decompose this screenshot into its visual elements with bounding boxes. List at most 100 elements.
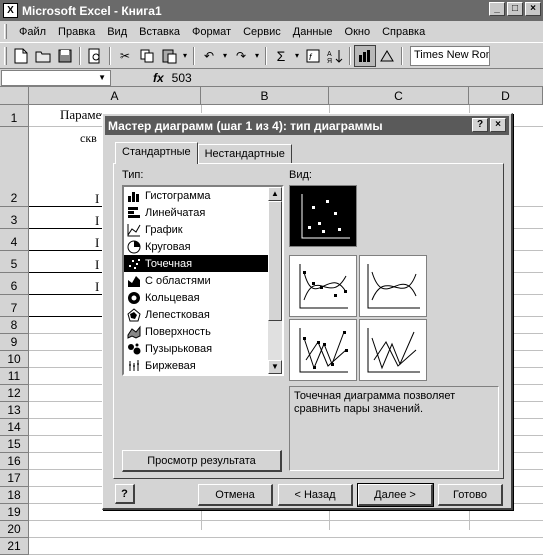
copy-icon[interactable]	[136, 45, 158, 67]
column-header-b[interactable]: B	[201, 87, 329, 105]
tab-standard[interactable]: Стандартные	[115, 142, 198, 164]
cell-a7[interactable]: I	[95, 279, 99, 295]
row-header[interactable]: 4	[0, 229, 29, 251]
chart-type-item[interactable]: Биржевая	[124, 357, 282, 374]
subtype-scatter-smooth[interactable]	[359, 255, 427, 317]
row-header[interactable]: 8	[0, 317, 29, 334]
menu-view[interactable]: Вид	[101, 26, 133, 38]
column-header-d[interactable]: D	[469, 87, 543, 105]
row-header[interactable]: 13	[0, 402, 29, 419]
scroll-up-button[interactable]: ▲	[268, 187, 282, 201]
save-icon[interactable]	[54, 45, 76, 67]
function-wizard-icon[interactable]: f	[302, 45, 324, 67]
chart-type-item[interactable]: Пузырьковая	[124, 340, 282, 357]
chart-type-item[interactable]: Кольцевая	[124, 289, 282, 306]
row-header[interactable]: 2	[0, 127, 29, 207]
row-header[interactable]: 11	[0, 368, 29, 385]
menu-insert[interactable]: Вставка	[133, 26, 186, 38]
row-header[interactable]: 6	[0, 273, 29, 295]
scroll-down-button[interactable]: ▼	[268, 360, 282, 374]
row-header[interactable]: 21	[0, 538, 29, 555]
row-header[interactable]: 18	[0, 487, 29, 504]
finish-button[interactable]: Готово	[438, 484, 503, 506]
redo-icon[interactable]: ↷	[230, 45, 252, 67]
subtype-scatter-lines[interactable]	[359, 319, 427, 381]
menu-window[interactable]: Окно	[339, 26, 377, 38]
office-assistant-help-button[interactable]: ?	[115, 484, 135, 504]
cell-a4[interactable]: I	[95, 213, 99, 229]
menu-format[interactable]: Формат	[186, 26, 237, 38]
type-list-scrollbar[interactable]: ▲ ▼	[268, 187, 282, 374]
chart-type-item[interactable]: Линейчатая	[124, 204, 282, 221]
font-name-field[interactable]: Times New Rom	[410, 45, 490, 66]
row-header[interactable]: 3	[0, 207, 29, 229]
undo-icon[interactable]: ↶	[198, 45, 220, 67]
tab-custom[interactable]: Нестандартные	[197, 144, 292, 164]
dialog-close-button[interactable]: ×	[490, 118, 506, 132]
row-header[interactable]: 9	[0, 334, 29, 351]
menubar-grip[interactable]	[4, 24, 7, 39]
print-preview-icon[interactable]	[84, 45, 106, 67]
chart-type-item[interactable]: Круговая	[124, 238, 282, 255]
menu-help[interactable]: Справка	[376, 26, 431, 38]
row-header[interactable]: 7	[0, 295, 29, 317]
chart-type-item[interactable]: Поверхность	[124, 323, 282, 340]
close-window-button[interactable]: ×	[525, 2, 541, 16]
undo-dropdown-icon[interactable]: ▾	[220, 45, 230, 67]
minimize-button[interactable]: _	[489, 2, 505, 16]
formula-input[interactable]: 503	[172, 71, 192, 85]
paste-dropdown-icon[interactable]: ▾	[180, 45, 190, 67]
sort-ascending-icon[interactable]: AЯ	[324, 45, 346, 67]
cell-a2[interactable]: скв	[80, 131, 97, 146]
row-header[interactable]: 15	[0, 436, 29, 453]
chart-type-item[interactable]: График	[124, 221, 282, 238]
chart-type-item[interactable]: Точечная	[124, 255, 282, 272]
subtype-scatter-smooth-markers[interactable]	[289, 255, 357, 317]
dialog-help-button[interactable]: ?	[472, 118, 488, 132]
excel-app-icon[interactable]: X	[3, 3, 18, 18]
row-header[interactable]: 17	[0, 470, 29, 487]
row-header[interactable]: 14	[0, 419, 29, 436]
open-folder-icon[interactable]	[32, 45, 54, 67]
menu-tools[interactable]: Сервис	[237, 26, 287, 38]
row-header[interactable]: 19	[0, 504, 29, 521]
row-header[interactable]: 10	[0, 351, 29, 368]
chart-wizard-icon[interactable]	[354, 44, 376, 67]
preview-result-button[interactable]: Просмотр результата	[122, 450, 282, 472]
drawing-icon[interactable]	[376, 45, 398, 67]
row-header[interactable]: 5	[0, 251, 29, 273]
autosum-icon[interactable]: Σ	[270, 45, 292, 67]
redo-dropdown-icon[interactable]: ▾	[252, 45, 262, 67]
cancel-button[interactable]: Отмена	[198, 484, 273, 506]
chart-type-item[interactable]: С областями	[124, 272, 282, 289]
toolbar-grip[interactable]	[4, 46, 7, 65]
autosum-dropdown-icon[interactable]: ▾	[292, 45, 302, 67]
cell-a3[interactable]: I	[95, 191, 99, 207]
cell-a1[interactable]: Парамет	[60, 107, 107, 123]
menu-file[interactable]: Файл	[13, 26, 52, 38]
name-box[interactable]: ▼	[1, 69, 111, 86]
row-header[interactable]: 1	[0, 105, 29, 127]
column-header-a[interactable]: A	[29, 87, 201, 105]
scroll-thumb[interactable]	[268, 201, 282, 321]
row-header[interactable]: 16	[0, 453, 29, 470]
name-box-dropdown-icon[interactable]: ▼	[98, 73, 106, 82]
back-button[interactable]: < Назад	[278, 484, 353, 506]
menu-edit[interactable]: Правка	[52, 26, 101, 38]
menu-data[interactable]: Данные	[287, 26, 339, 38]
column-header-c[interactable]: C	[329, 87, 469, 105]
paste-icon[interactable]	[158, 45, 180, 67]
next-button[interactable]: Далее >	[357, 483, 434, 507]
insert-function-icon[interactable]: fx	[153, 71, 164, 85]
maximize-button[interactable]: □	[507, 2, 523, 16]
cell-a5[interactable]: I	[95, 235, 99, 251]
row-header[interactable]: 12	[0, 385, 29, 402]
cell-a6[interactable]: I	[95, 257, 99, 273]
new-document-icon[interactable]	[10, 45, 32, 67]
chart-type-item[interactable]: Гистограмма	[124, 187, 282, 204]
subtype-scatter-lines-markers[interactable]	[289, 319, 357, 381]
subtype-scatter-markers[interactable]	[289, 185, 357, 247]
cut-icon[interactable]: ✂	[114, 45, 136, 67]
chart-type-item[interactable]: Лепестковая	[124, 306, 282, 323]
select-all-corner[interactable]	[0, 87, 29, 105]
